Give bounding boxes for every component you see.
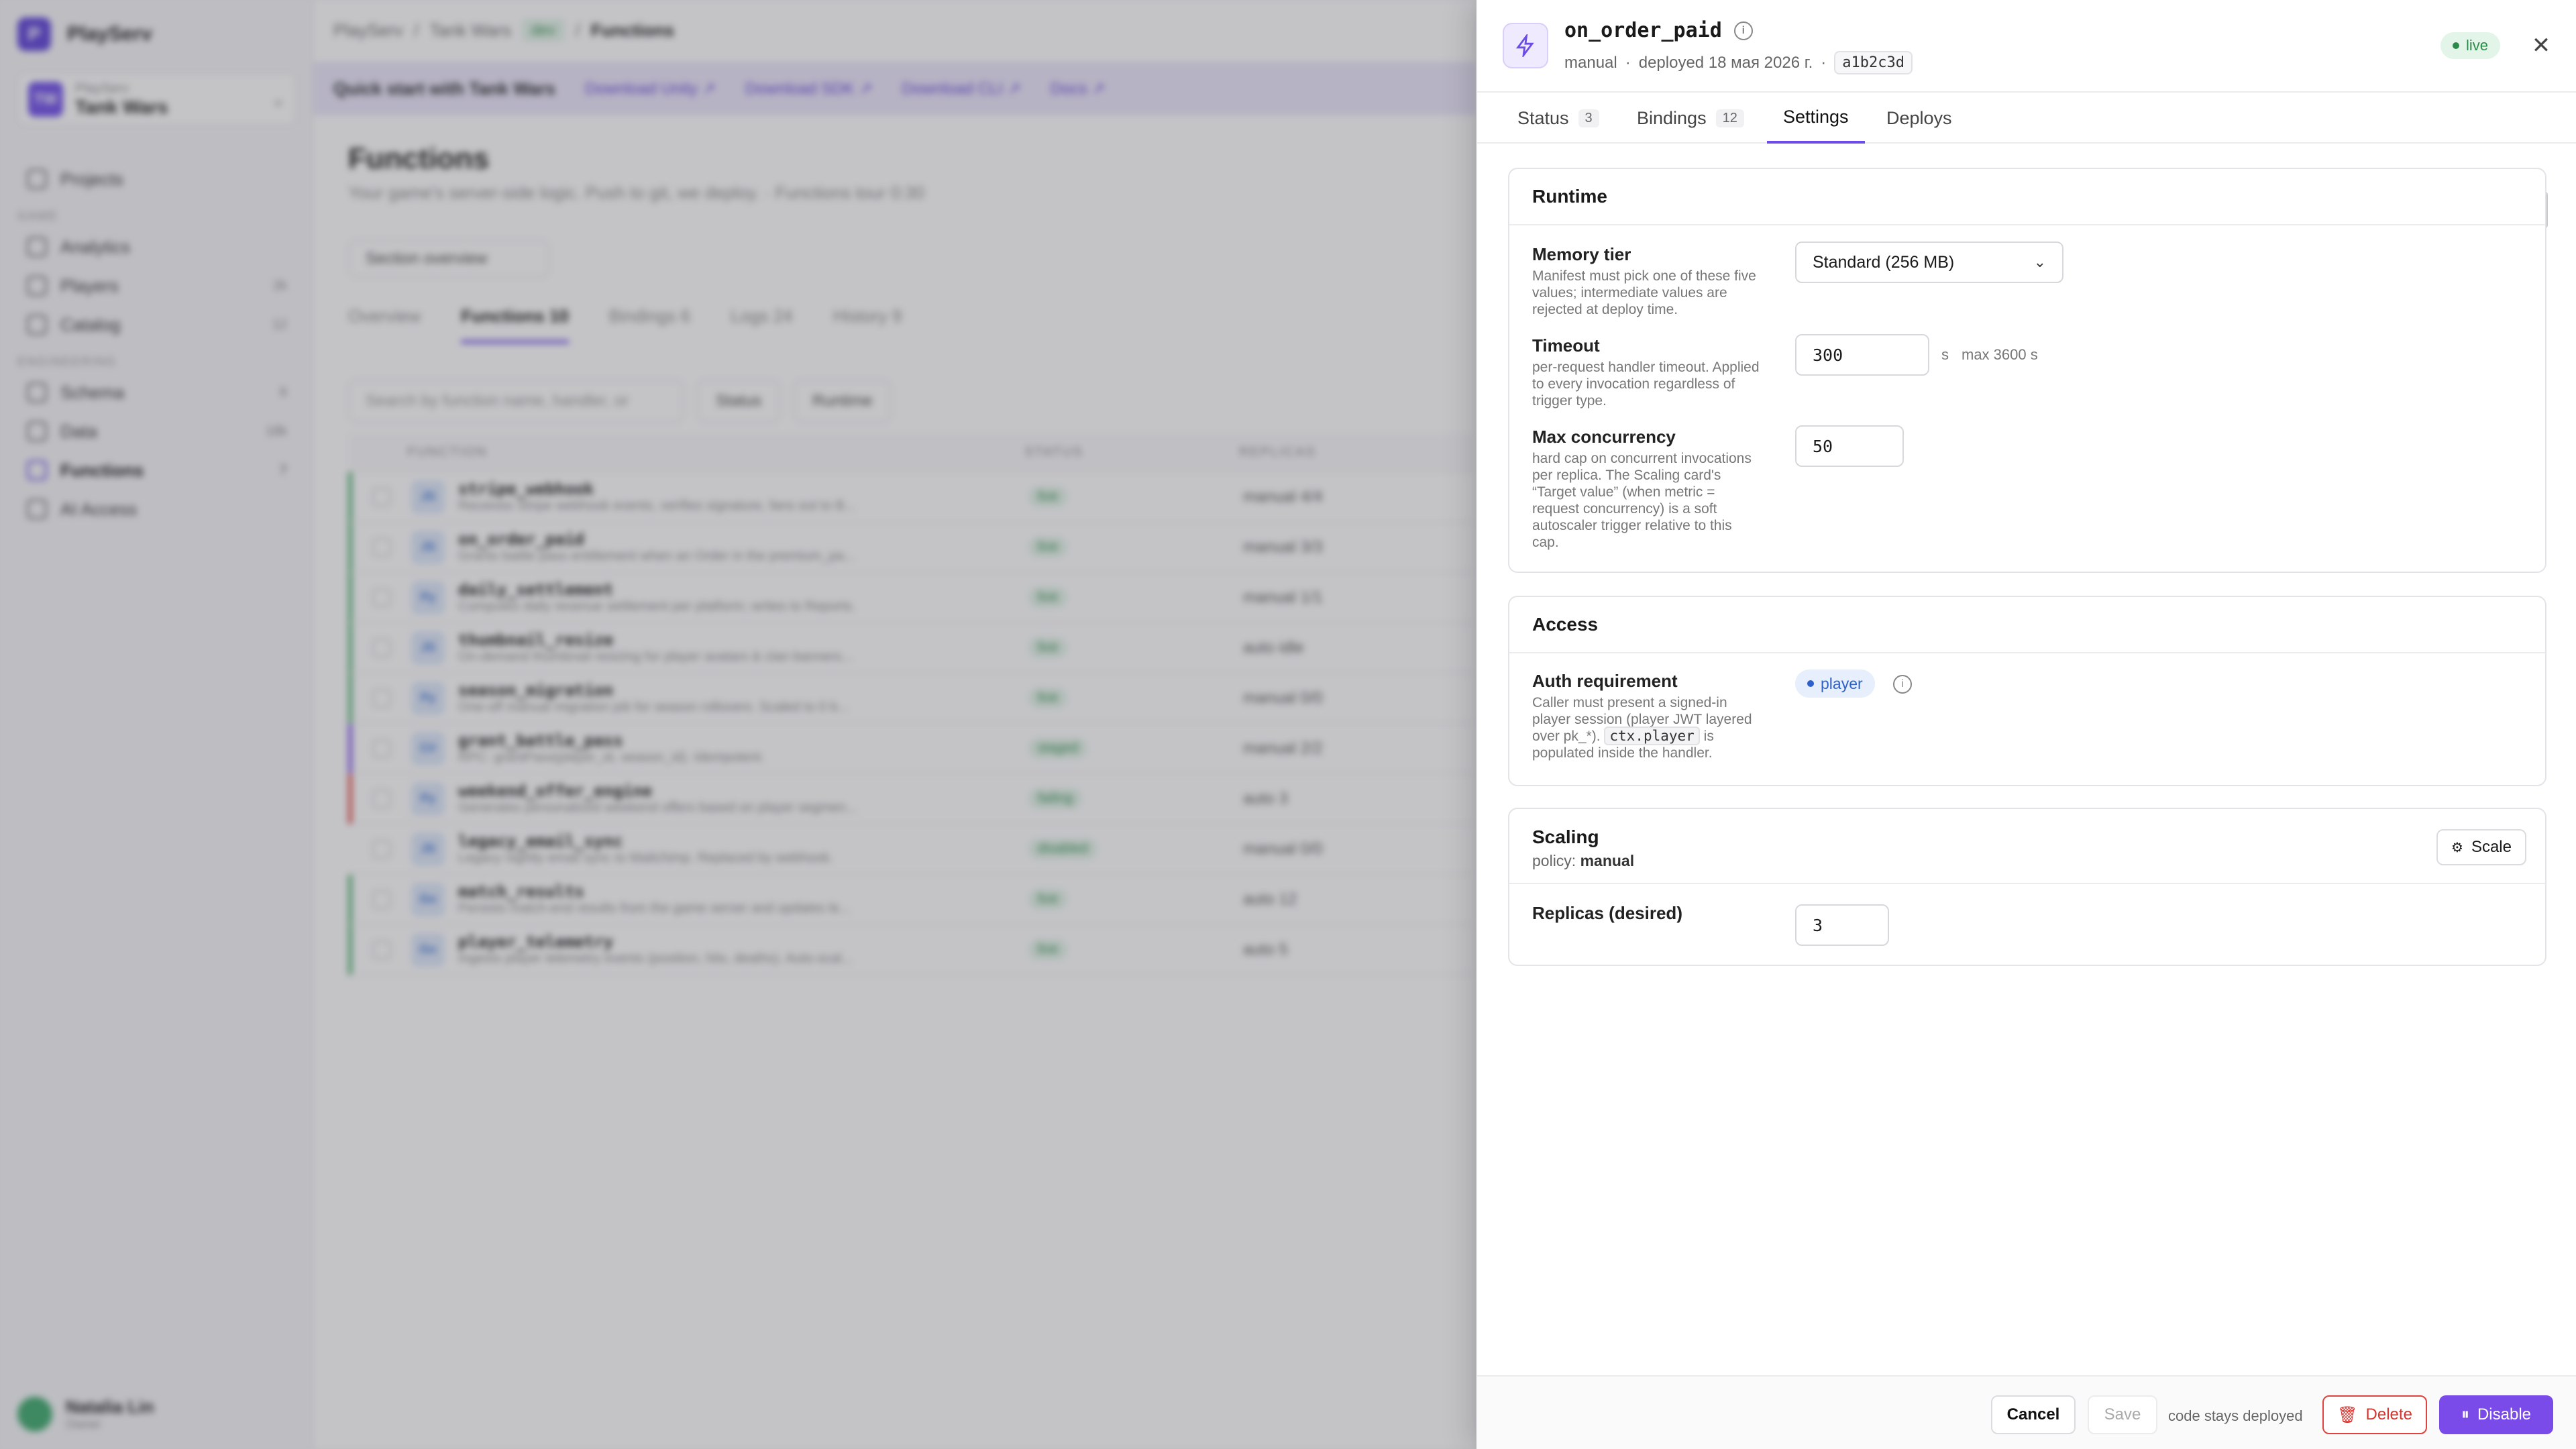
memory-tier-select[interactable]: Standard (256 MB) ⌄ (1795, 241, 2063, 283)
timeout-unit: s (1941, 346, 1949, 363)
info-icon[interactable]: i (1733, 21, 1753, 40)
cancel-button[interactable]: Cancel (1991, 1395, 2076, 1434)
scaling-policy: policy: manual (1532, 852, 2522, 870)
tab-label: Status (1517, 107, 1569, 128)
timeout-max: max 3600 s (1962, 346, 2038, 363)
memory-help: Manifest must pick one of these five val… (1532, 268, 1756, 317)
tab-label: Bindings (1637, 107, 1707, 128)
info-icon[interactable]: i (1893, 675, 1912, 694)
drawer-footer: Cancel Save code stays deployed 🗑 Delete … (1477, 1375, 2576, 1449)
replicas-input[interactable]: 3 (1795, 904, 1889, 946)
drawer-tabs: Status 3 Bindings 12 Settings Deploys (1477, 93, 2576, 229)
trash-icon: 🗑 (2337, 1405, 2358, 1424)
scale-button-label: Scale (2471, 838, 2512, 856)
meta-separator: · (1821, 53, 1827, 72)
gear-icon: ⚙ (2451, 840, 2463, 855)
role-dot (1807, 680, 1814, 687)
meta-separator: · (1625, 53, 1631, 72)
tab-settings[interactable]: Settings (1767, 93, 1865, 144)
save-button[interactable]: Save (2088, 1395, 2157, 1434)
drawer-header: on_order_paid i manual · deployed 18 мая … (1477, 0, 2576, 93)
card-title: Access (1509, 597, 2545, 653)
deployed-date: deployed 18 мая 2026 г. (1638, 53, 1813, 72)
memory-tier-field: Memory tier Manifest must pick one of th… (1532, 244, 1760, 318)
memory-value: Standard (256 MB) (1813, 252, 1955, 272)
status-dot (2453, 42, 2459, 49)
tab-deploys[interactable]: Deploys (1886, 93, 1952, 144)
policy-value: manual (1580, 852, 1635, 869)
tab-status[interactable]: Status 3 (1517, 93, 1599, 144)
delete-label: Delete (2365, 1405, 2412, 1424)
tab-count: 3 (1578, 109, 1599, 127)
card-title: Scaling (1532, 826, 1599, 847)
timeout-help: per-request handler timeout. Applied to … (1532, 360, 1760, 409)
timeout-field: Timeout per-request handler timeout. App… (1532, 335, 1760, 409)
card-title: Runtime (1509, 169, 2545, 225)
tab-label: Settings (1783, 106, 1849, 127)
timeout-input[interactable]: 300 (1795, 334, 1929, 376)
deploy-mode: manual (1564, 53, 1617, 72)
replicas-field: Replicas (desired) (1532, 903, 1682, 924)
lightning-icon (1503, 23, 1548, 68)
auth-label: Auth requirement (1532, 671, 1678, 691)
drawer-meta: manual · deployed 18 мая 2026 г. · a1b2c3d (1564, 51, 1913, 74)
delete-button[interactable]: 🗑 Delete (2322, 1395, 2427, 1434)
function-drawer: on_order_paid i manual · deployed 18 мая … (1476, 0, 2576, 1449)
auth-value: player (1821, 674, 1863, 692)
access-card: Access Auth requirement Caller must pres… (1508, 596, 2546, 786)
close-icon[interactable]: ✕ (2524, 28, 2559, 63)
auth-help-code: ctx.player (1604, 727, 1700, 745)
commit-hash[interactable]: a1b2c3d (1834, 51, 1913, 74)
memory-label: Memory tier (1532, 244, 1631, 264)
footer-note: code stays deployed (2168, 1407, 2303, 1424)
modal-scrim[interactable] (0, 0, 1476, 1449)
replicas-label: Replicas (desired) (1532, 903, 1682, 923)
function-name: on_order_paid (1564, 19, 1722, 42)
scaling-card: Scaling policy: manual ⚙ Scale Replicas (… (1508, 808, 2546, 966)
disable-button[interactable]: ⏸ Disable (2439, 1395, 2553, 1434)
concurrency-field: Max concurrency hard cap on concurrent i… (1532, 427, 1760, 551)
concurrency-label: Max concurrency (1532, 427, 1676, 447)
auth-help: Caller must present a signed-in player s… (1532, 694, 1760, 761)
tab-bindings[interactable]: Bindings 12 (1637, 93, 1744, 144)
status-badge-label: live (2466, 37, 2489, 54)
auth-field: Auth requirement Caller must present a s… (1532, 671, 1760, 761)
scaling-header: Scaling policy: manual (1509, 809, 2545, 884)
concurrency-input[interactable]: 50 (1795, 425, 1904, 467)
pause-icon: ⏸ (2461, 1405, 2469, 1424)
runtime-card: Runtime Memory tier Manifest must pick o… (1508, 168, 2546, 573)
auth-requirement-badge[interactable]: player (1795, 669, 1875, 698)
concurrency-help: hard cap on concurrent invocations per r… (1532, 451, 1752, 550)
tab-count: 12 (1715, 109, 1744, 127)
scale-button[interactable]: ⚙ Scale (2436, 829, 2526, 865)
timeout-label: Timeout (1532, 335, 1600, 356)
status-badge: live (2440, 32, 2501, 59)
disable-label: Disable (2477, 1405, 2532, 1424)
chevron-down-icon: ⌄ (2033, 254, 2046, 270)
policy-label: policy: (1532, 852, 1576, 869)
drawer-title: on_order_paid i (1564, 19, 1753, 42)
tab-label: Deploys (1886, 107, 1952, 128)
